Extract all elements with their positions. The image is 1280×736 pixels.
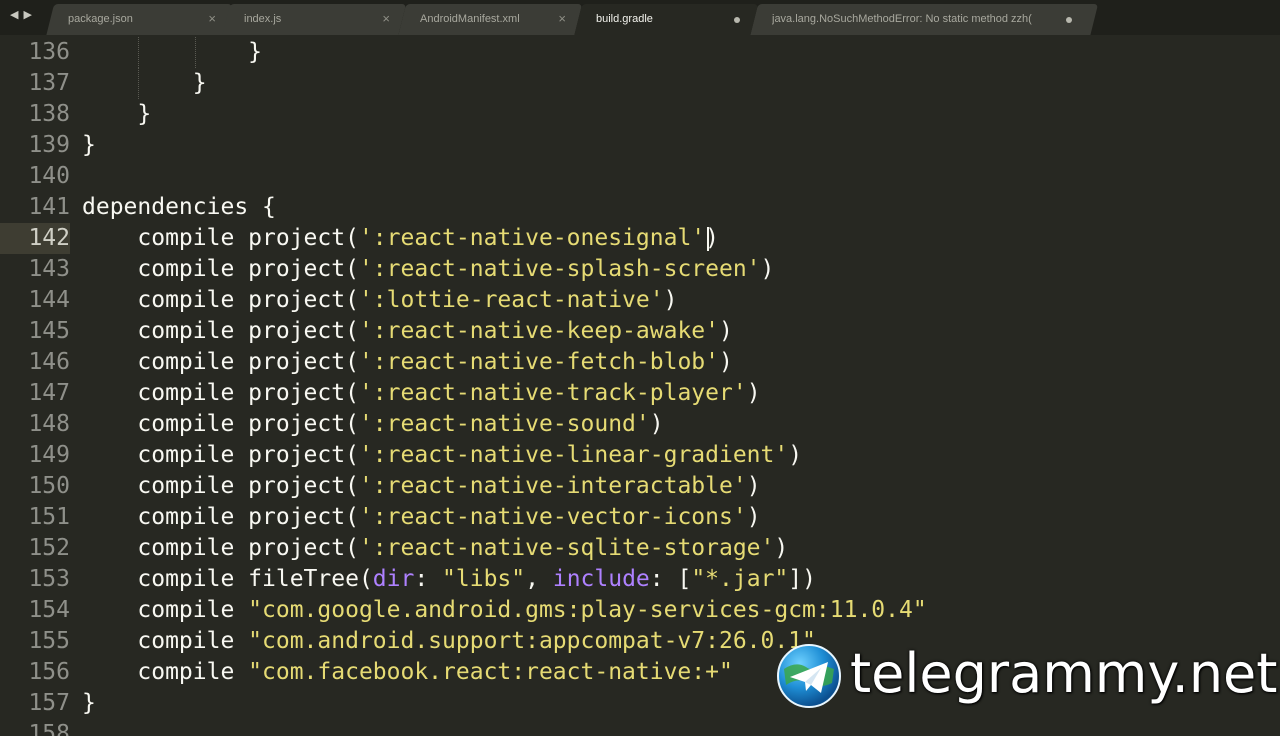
code-line[interactable]: 138 } [0, 99, 1280, 130]
line-number: 154 [28, 597, 70, 623]
line-text: dependencies { [82, 194, 276, 220]
line-number: 138 [28, 101, 70, 127]
code-line[interactable]: 139} [0, 130, 1280, 161]
tab-label: build.gradle [596, 13, 653, 25]
code-line[interactable]: 150 compile project(':react-native-inter… [0, 471, 1280, 502]
code-line[interactable]: 142 compile project(':react-native-onesi… [0, 223, 1280, 254]
line-text: compile project(':react-native-sound') [82, 411, 664, 437]
line-text: compile project(':react-native-linear-gr… [82, 442, 803, 468]
text-cursor [707, 227, 709, 251]
line-number: 150 [28, 473, 70, 499]
unsaved-dot-icon[interactable] [734, 17, 740, 23]
code-line[interactable]: 136 } [0, 37, 1280, 68]
line-text: compile project(':react-native-keep-awak… [82, 318, 733, 344]
line-number: 156 [28, 659, 70, 685]
tab-label: java.lang.NoSuchMethodError: No static m… [772, 13, 1032, 25]
code-line[interactable]: 143 compile project(':react-native-splas… [0, 254, 1280, 285]
tab-index-js[interactable]: index.js × [221, 4, 407, 37]
code-line[interactable]: 151 compile project(':react-native-vecto… [0, 502, 1280, 533]
line-number: 143 [28, 256, 70, 282]
code-line[interactable]: 141 dependencies { [0, 192, 1280, 223]
close-icon[interactable]: × [382, 11, 390, 26]
line-text: compile project(':react-native-splash-sc… [82, 256, 775, 282]
line-number: 136 [28, 39, 70, 65]
watermark-text: telegrammy.net [850, 642, 1278, 705]
line-number: 149 [28, 442, 70, 468]
line-number: 141 [28, 194, 70, 220]
close-icon[interactable]: × [208, 11, 216, 26]
line-number: 139 [28, 132, 70, 158]
line-text: compile project(':react-native-sqlite-st… [82, 535, 789, 561]
line-text: compile project(':react-native-onesignal… [82, 225, 719, 251]
tab-nav-arrows: ◀ ▶ [10, 8, 33, 21]
line-number: 152 [28, 535, 70, 561]
code-line[interactable]: 140 [0, 161, 1280, 192]
line-number: 145 [28, 318, 70, 344]
line-text: } [82, 132, 96, 158]
tab-label: index.js [244, 13, 282, 25]
tab-build-gradle[interactable]: build.gradle [573, 4, 759, 37]
line-text: compile project(':react-native-fetch-blo… [82, 349, 733, 375]
line-number: 153 [28, 566, 70, 592]
code-line[interactable]: 154 compile "com.google.android.gms:play… [0, 595, 1280, 626]
code-line[interactable]: 158 [0, 719, 1280, 736]
line-number: 155 [28, 628, 70, 654]
line-number: 146 [28, 349, 70, 375]
line-number: 151 [28, 504, 70, 530]
tab-error-search[interactable]: java.lang.NoSuchMethodError: No static m… [749, 4, 1099, 37]
line-text: compile fileTree(dir: "libs", include: [… [82, 566, 816, 592]
line-number: 147 [28, 380, 70, 406]
code-line[interactable]: 145 compile project(':react-native-keep-… [0, 316, 1280, 347]
line-text: compile project(':react-native-interacta… [82, 473, 761, 499]
code-line[interactable]: 153 compile fileTree(dir: "libs", includ… [0, 564, 1280, 595]
code-line[interactable]: 149 compile project(':react-native-linea… [0, 440, 1280, 471]
line-number: 157 [28, 690, 70, 716]
telegram-globe-icon [777, 644, 841, 708]
line-number: 140 [28, 163, 70, 189]
code-line[interactable]: 148 compile project(':react-native-sound… [0, 409, 1280, 440]
line-text: compile project(':react-native-track-pla… [82, 380, 761, 406]
line-text: compile "com.google.android.gms:play-ser… [82, 597, 927, 623]
code-line[interactable]: 144 compile project(':lottie-react-nativ… [0, 285, 1280, 316]
code-line[interactable]: 146 compile project(':react-native-fetch… [0, 347, 1280, 378]
tab-bar: ◀ ▶ package.json × index.js × AndroidMan… [0, 0, 1280, 37]
line-text: } [82, 70, 207, 96]
line-number: 137 [28, 70, 70, 96]
tab-android-manifest[interactable]: AndroidManifest.xml × [397, 4, 583, 37]
tab-package-json[interactable]: package.json × [45, 4, 233, 37]
line-number: 158 [28, 721, 70, 736]
code-line[interactable]: 147 compile project(':react-native-track… [0, 378, 1280, 409]
line-text: } [82, 690, 96, 716]
tab-label: AndroidManifest.xml [420, 13, 520, 25]
line-text: compile "com.android.support:appcompat-v… [82, 628, 816, 654]
line-number: 148 [28, 411, 70, 437]
tab-label: package.json [68, 13, 133, 25]
line-text: } [82, 39, 263, 65]
line-text: } [82, 101, 152, 127]
close-icon[interactable]: × [558, 11, 566, 26]
line-text: compile "com.facebook.react:react-native… [82, 659, 733, 685]
unsaved-dot-icon[interactable] [1066, 17, 1072, 23]
code-line[interactable]: 137 } [0, 68, 1280, 99]
code-line[interactable]: 152 compile project(':react-native-sqlit… [0, 533, 1280, 564]
watermark: telegrammy.net [776, 640, 1277, 712]
line-number: 142 [0, 223, 70, 254]
line-text: compile project(':react-native-vector-ic… [82, 504, 761, 530]
chevron-right-icon[interactable]: ▶ [24, 9, 33, 21]
code-editor[interactable]: 136 } 137 } 138 } 139} 140 141 dependencies {1… [0, 37, 1280, 736]
line-text: compile project(':lottie-react-native') [82, 287, 678, 313]
chevron-left-icon[interactable]: ◀ [10, 9, 19, 21]
line-number: 144 [28, 287, 70, 313]
